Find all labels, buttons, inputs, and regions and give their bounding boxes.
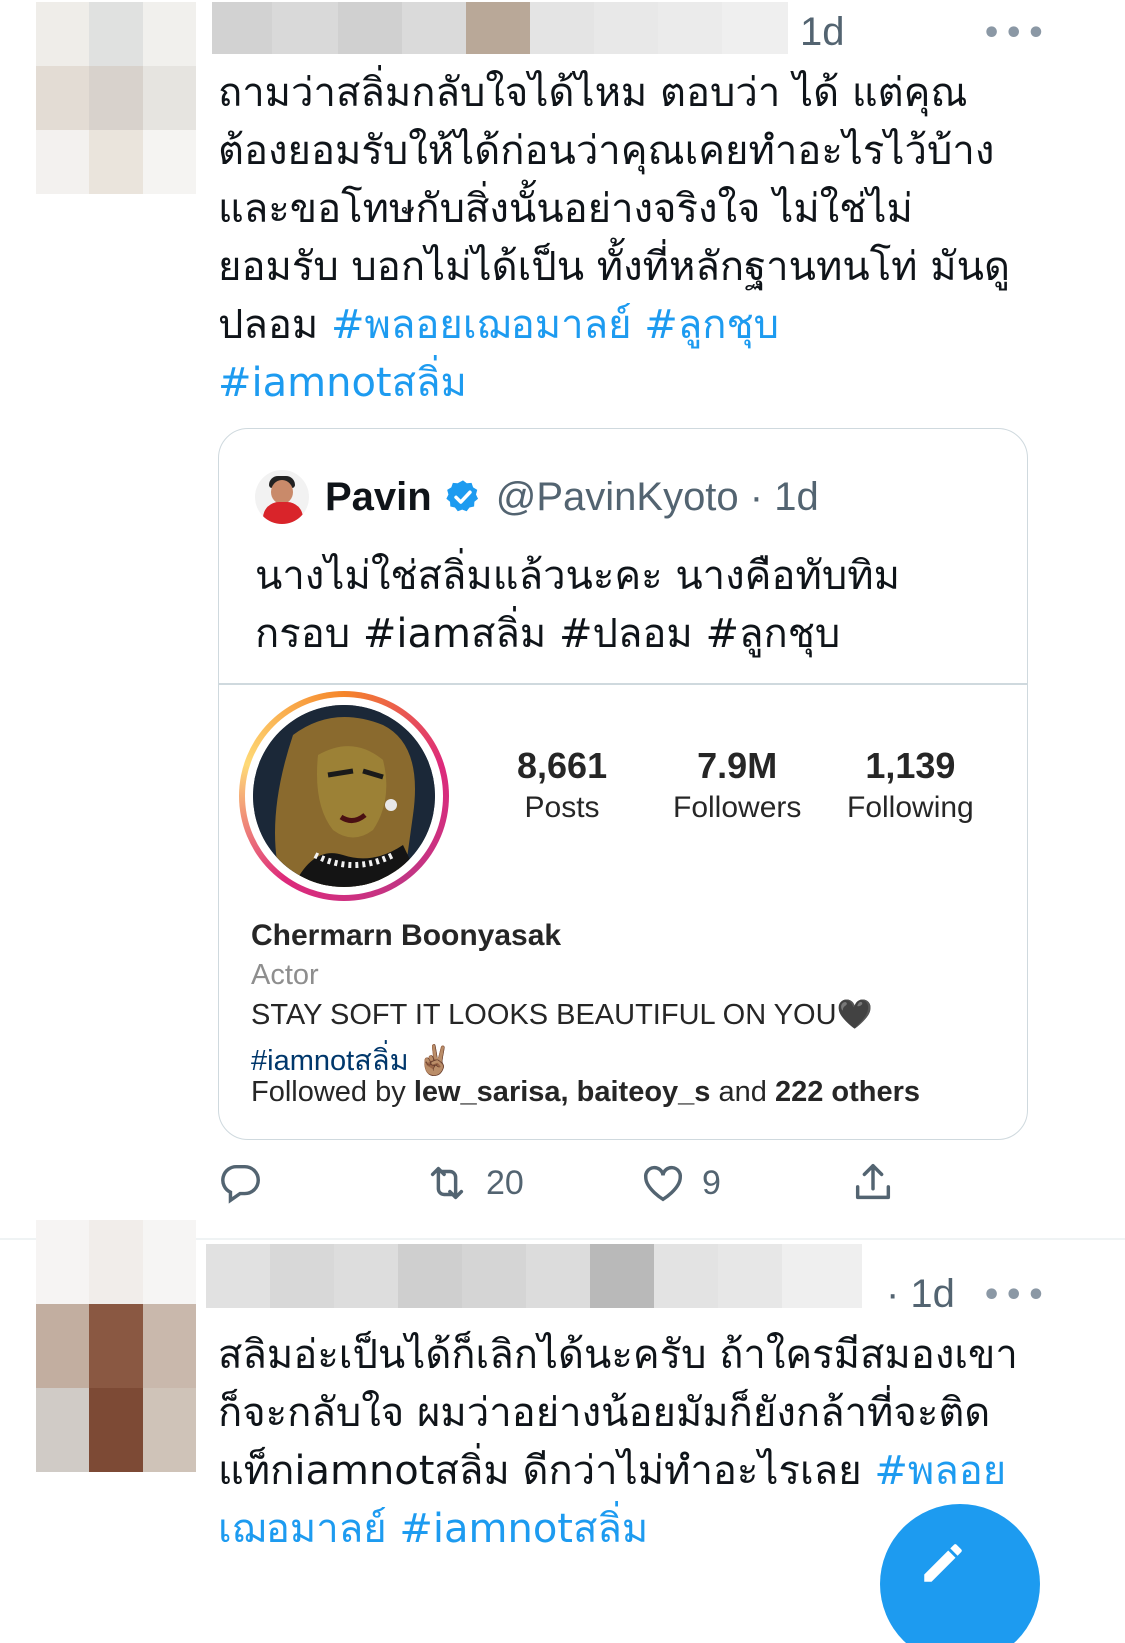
profile-picture: [253, 705, 435, 887]
quoted-author-handle[interactable]: @PavinKyoto · 1d: [496, 475, 819, 520]
reply-button[interactable]: [218, 1160, 264, 1206]
share-button[interactable]: [850, 1160, 896, 1206]
tweet-text: สลิมอ่ะเป็นได้ก็เลิกได้นะครับ ถ้าใครมีสม…: [218, 1332, 1018, 1552]
compose-icon: [924, 1544, 962, 1582]
blurred-avatar[interactable]: [36, 2, 196, 194]
ig-stat-followers[interactable]: 7.9M Followers: [673, 745, 801, 825]
tweet-1[interactable]: 1d ••• ถามว่าสลิ่มกลับใจได้ไหม ตอบว่า ได…: [0, 0, 1125, 1238]
hashtag-link[interactable]: เฌอมาลย์ #iamnotสลิ่ม: [218, 1506, 648, 1552]
instagram-profile-image[interactable]: 8,661 Posts 7.9M Followers 1,139 Followi…: [219, 685, 1027, 1139]
quoted-tweet-text: นางไม่ใช่สลิ่มแล้วนะคะ นางคือทับทิม กรอบ…: [255, 553, 900, 657]
tweet-text: ถามว่าสลิ่มกลับใจได้ไหม ตอบว่า ได้ แต่คุ…: [218, 70, 1010, 406]
quoted-author-avatar[interactable]: [255, 470, 309, 524]
tweet-timestamp[interactable]: · 1d: [886, 1272, 955, 1317]
retweet-icon: [430, 1166, 464, 1200]
hashtag-link[interactable]: #พลอยเฌอมาลย์ #ลูกชุบ: [331, 302, 779, 348]
tweet-actions: 20 9: [218, 1160, 918, 1216]
ig-followed-by: Followed by lew_sarisa, baiteoy_s and 22…: [251, 1076, 921, 1108]
tweet-timestamp[interactable]: 1d: [800, 10, 845, 55]
story-ring: [239, 691, 449, 901]
blurred-username[interactable]: [212, 2, 788, 54]
ig-stat-posts[interactable]: 8,661 Posts: [517, 745, 607, 825]
more-icon[interactable]: •••: [982, 1278, 1049, 1313]
hashtag-link[interactable]: #พลอย: [874, 1448, 1006, 1494]
share-icon: [855, 1164, 891, 1200]
quoted-author-name[interactable]: Pavin: [325, 475, 432, 520]
like-count: 9: [702, 1163, 721, 1202]
retweet-button[interactable]: 20: [424, 1160, 524, 1206]
verified-icon: [446, 480, 478, 512]
quoted-tweet-header: Pavin @PavinKyoto · 1d: [255, 469, 819, 525]
more-icon[interactable]: •••: [982, 16, 1049, 51]
ig-profile-category: Actor: [251, 959, 319, 991]
ig-profile-name: Chermarn Boonyasak: [251, 919, 562, 952]
like-icon: [644, 1165, 682, 1202]
hashtag-link[interactable]: #iamnotสลิ่ม: [218, 360, 467, 406]
ig-stat-following[interactable]: 1,139 Following: [847, 745, 974, 825]
blurred-username[interactable]: [206, 1244, 862, 1308]
reply-icon: [221, 1164, 260, 1204]
quoted-tweet[interactable]: Pavin @PavinKyoto · 1d นางไม่ใช่สลิ่มแล้…: [218, 428, 1028, 1140]
like-button[interactable]: 9: [640, 1160, 721, 1206]
ig-profile-bio: STAY SOFT IT LOOKS BEAUTIFUL ON YOU🖤: [251, 999, 873, 1031]
blurred-avatar[interactable]: [36, 1220, 196, 1472]
retweet-count: 20: [486, 1163, 524, 1202]
